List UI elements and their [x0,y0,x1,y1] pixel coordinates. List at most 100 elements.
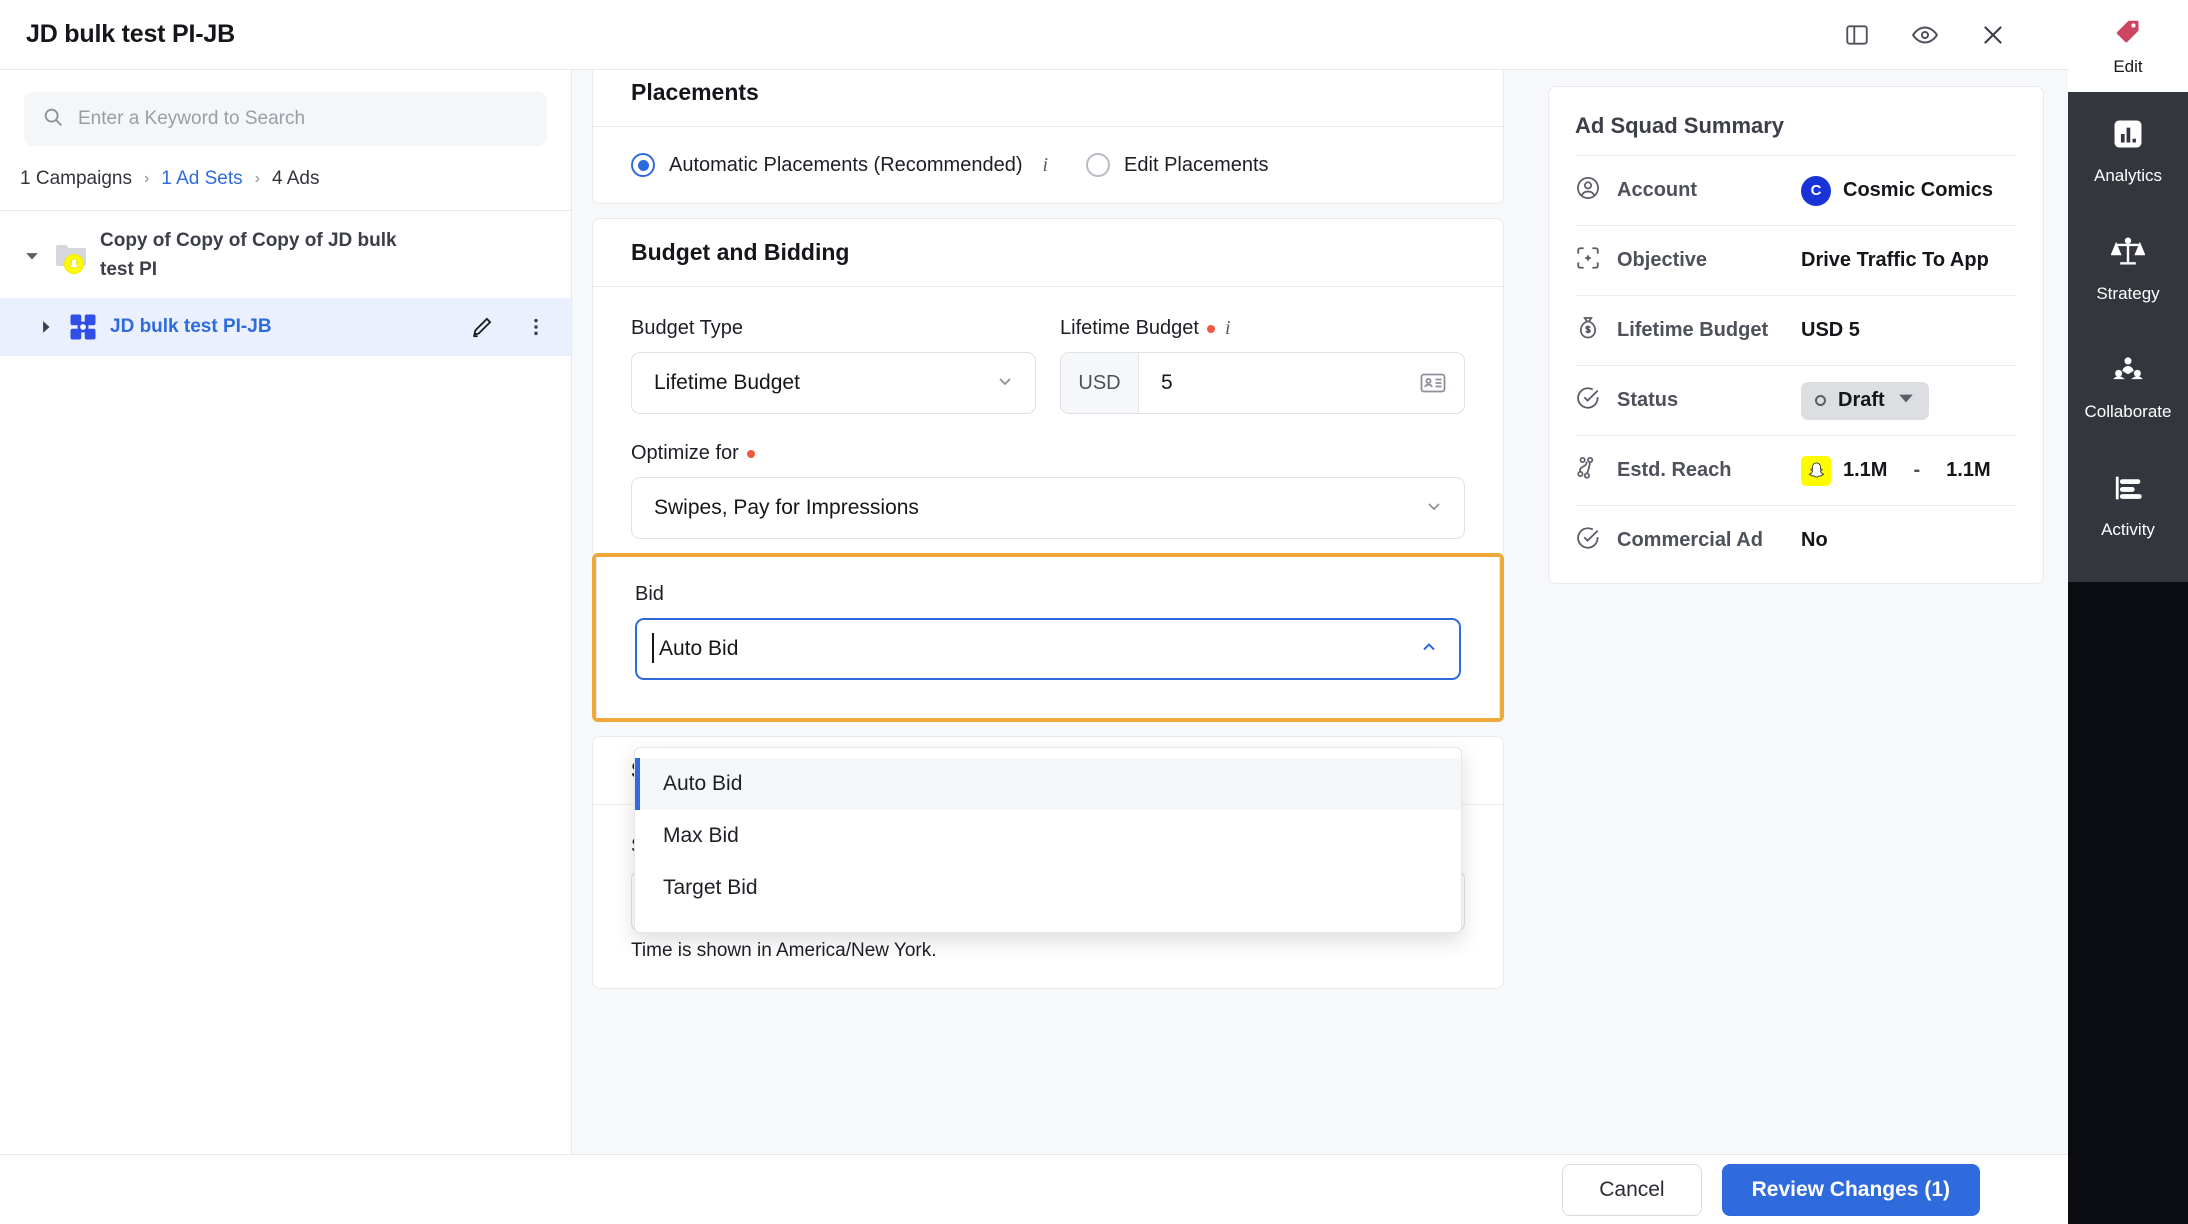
rail-item-strategy[interactable]: Strategy [2068,210,2188,328]
bid-option-target-bid[interactable]: Target Bid [635,862,1461,914]
bar-chart-icon [2111,117,2145,156]
summary-label-text: Account [1617,179,1697,201]
bid-field-block: Bid Auto Bid Auto Bid Max Bid Target Bid [596,557,1500,933]
summary-label-lifetime-budget: Lifetime Budget [1575,315,1801,347]
breadcrumb-item-campaigns[interactable]: 1 Campaigns [20,168,132,190]
budget-body: Budget Type Lifetime Budget Lifetime Bud… [593,287,1503,553]
rail-item-analytics[interactable]: Analytics [2068,92,2188,210]
money-bag-icon [1575,315,1601,347]
chevron-up-icon [1419,637,1439,662]
avatar: C [1801,175,1831,206]
bid-select[interactable]: Auto Bid [635,618,1461,680]
required-dot [1206,324,1215,333]
preview-eye-icon[interactable] [1910,20,1940,50]
chevron-right-icon[interactable] [36,320,56,334]
radio-edit-placements[interactable] [1086,153,1111,177]
summary-value-lifetime-budget: USD 5 [1801,319,1860,341]
budget-type-label: Budget Type [631,317,743,339]
bid-highlight-box: Bid Auto Bid Auto Bid Max Bid Target Bid [592,553,1504,933]
optimize-label: Optimize for [631,442,1465,465]
panel-toggle-icon[interactable] [1842,20,1872,50]
close-icon[interactable] [1978,20,2008,50]
cancel-button[interactable]: Cancel [1562,1163,1702,1216]
budget-type-select[interactable]: Lifetime Budget [631,352,1036,414]
bid-label: Bid [635,583,664,605]
rail-label-strategy: Strategy [2096,283,2160,303]
optimize-value: Swipes, Pay for Impressions [654,496,919,519]
lifetime-budget-label: Lifetime Budget i [1060,317,1465,340]
breadcrumb-item-adsets[interactable]: 1 Ad Sets [161,168,242,190]
estd-reach-max: 1.1M [1946,459,1991,481]
more-vertical-icon[interactable] [523,314,549,340]
placements-card: Placements Automatic Placements (Recomme… [592,70,1504,204]
bid-option-auto-bid[interactable]: Auto Bid [635,758,1461,810]
lifetime-budget-input[interactable]: 5 [1139,353,1420,413]
optimize-select[interactable]: Swipes, Pay for Impressions [631,477,1465,539]
search-input[interactable] [78,108,529,130]
rail-item-activity[interactable]: Activity [2068,446,2188,564]
rail-item-edit[interactable]: Edit [2068,0,2188,92]
info-icon[interactable]: i [1225,317,1231,340]
bid-options-dropdown[interactable]: Auto Bid Max Bid Target Bid [634,747,1462,933]
folder-icon [54,241,88,274]
lifetime-budget-label-text: Lifetime Budget [1060,317,1199,339]
summary-value-estd-reach: 1.1M - 1.1M [1801,455,1991,486]
breadcrumb: 1 Campaigns › 1 Ad Sets › 4 Ads [0,146,571,211]
summary-label-account: Account [1575,175,1801,207]
search-icon [42,106,64,133]
placements-title: Placements [593,70,1503,127]
status-badge[interactable]: Draft [1801,381,1929,420]
search-wrapper [0,70,571,146]
status-pill[interactable]: Draft [1801,381,1929,420]
radio-label-automatic-placements: Automatic Placements (Recommended) [669,153,1023,176]
search-box[interactable] [24,92,547,146]
activity-list-icon [2111,471,2145,510]
summary-label-status: Status [1575,385,1801,417]
summary-label-objective: Objective [1575,245,1801,277]
summary-row-status: Status Draft [1575,365,2017,435]
timezone-note: Time is shown in America/New York. [631,940,937,961]
breadcrumb-item-ads[interactable]: 4 Ads [272,168,320,190]
lifetime-budget-input-group[interactable]: USD 5 [1060,352,1465,414]
budget-type-value: Lifetime Budget [654,371,800,394]
bid-option-label: Auto Bid [663,772,743,795]
rail-item-collaborate[interactable]: Collaborate [2068,328,2188,446]
sidebar-item-label-adset: JD bulk test PI-JB [110,315,272,337]
required-dot [746,449,755,458]
rail-label-edit: Edit [2113,56,2143,76]
summary-label-text: Commercial Ad [1617,529,1763,551]
status-value-text: Draft [1838,389,1885,411]
budget-type-field: Budget Type Lifetime Budget [631,317,1036,414]
tree-row-campaign[interactable]: Copy of Copy of Copy of JD bulk test PI [0,213,571,298]
bid-value: Auto Bid [652,633,1419,663]
breadcrumb-separator: › [254,170,260,187]
lifetime-budget-field: Lifetime Budget i USD 5 [1060,317,1465,414]
summary-value-objective: Drive Traffic To App [1801,249,1989,271]
budget-card-icon[interactable] [1420,353,1464,413]
summary-label-text: Objective [1617,249,1708,271]
breadcrumb-separator: › [143,170,150,187]
objective-target-icon [1575,245,1601,277]
summary-label-commercial-ad: Commercial Ad [1575,525,1801,557]
summary-row-lifetime-budget: Lifetime Budget USD 5 [1575,295,2017,365]
tag-icon [2113,16,2143,51]
main-form-scroll[interactable]: Placements Automatic Placements (Recomme… [572,70,1524,1154]
sidebar-item-adset[interactable]: JD bulk test PI-JB [0,298,571,356]
summary-row-commercial-ad: Commercial Ad No [1575,505,2017,575]
rail-label-collaborate: Collaborate [2084,401,2172,421]
optimize-field: Optimize for Swipes, Pay for Impressions [631,442,1465,539]
summary-title: Ad Squad Summary [1575,113,1785,138]
review-changes-button[interactable]: Review Changes (1) [1721,1163,1980,1216]
optimize-label-text: Optimize for [631,442,739,464]
radio-automatic-placements[interactable] [631,153,655,177]
footer-bar: Cancel Review Changes (1) [0,1154,2068,1224]
edit-pencil-icon[interactable] [469,314,495,340]
info-icon[interactable]: i [1042,154,1048,177]
chevron-down-icon [1424,496,1444,521]
entity-tree: Copy of Copy of Copy of JD bulk test PI [0,211,571,356]
chevron-down-icon [995,371,1015,396]
chevron-down-icon[interactable] [22,249,42,263]
status-dot-icon [1815,395,1826,406]
bid-option-max-bid[interactable]: Max Bid [635,810,1461,862]
commercial-check-icon [1575,525,1601,557]
